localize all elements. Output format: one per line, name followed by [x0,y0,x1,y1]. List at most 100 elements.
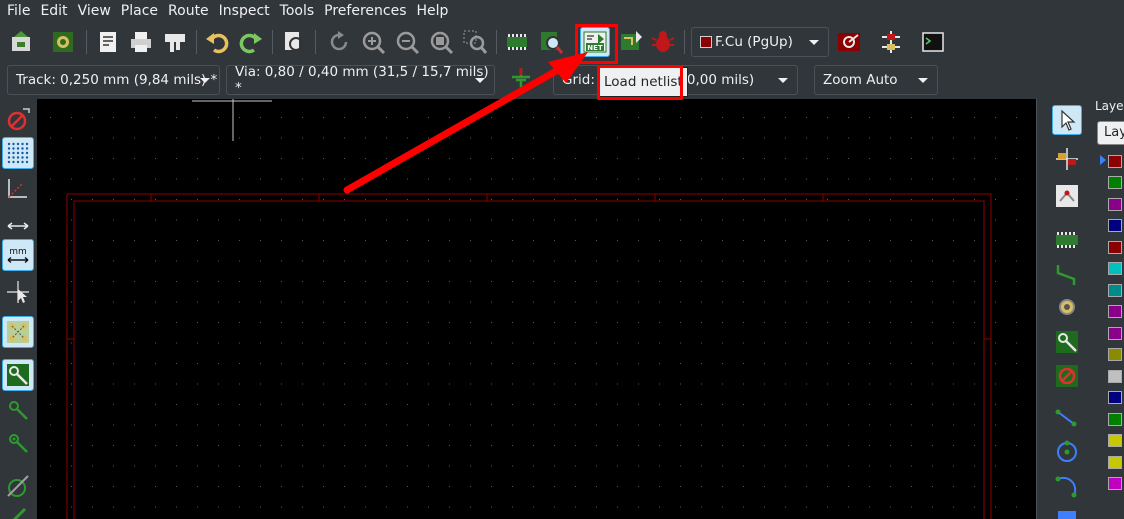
add-footprint-icon[interactable] [1052,181,1082,211]
print-icon[interactable] [126,27,156,57]
layer-color-swatch[interactable] [1108,219,1122,232]
board-setup-icon[interactable] [6,27,36,57]
layer-color-swatch[interactable] [1108,197,1122,211]
track-width-select[interactable]: Track: 0,250 mm (9,84 mils) * [7,65,220,95]
show-zones-outline-icon[interactable] [2,500,34,519]
layer-row[interactable] [1100,366,1124,386]
layer-row[interactable] [1100,302,1124,322]
update-from-schematic-icon[interactable] [616,27,646,57]
footprint-browser-icon[interactable] [536,27,566,57]
layer-row[interactable] [1100,345,1124,365]
local-ratsnest-icon[interactable] [1052,144,1082,174]
ratsnest-icon[interactable] [2,316,34,348]
footprint-editor-icon[interactable] [48,27,78,57]
microwave-icon[interactable] [876,27,906,57]
add-line-icon[interactable] [1052,404,1082,434]
menu-place[interactable]: Place [116,0,163,22]
layer-color-swatch[interactable] [1108,176,1122,189]
menu-view[interactable]: View [73,0,116,22]
layer-row[interactable] [1100,474,1124,494]
add-via-icon[interactable] [1052,292,1082,322]
layer-row[interactable] [1100,151,1124,171]
layer-color-swatch[interactable] [1108,391,1122,404]
layer-color-swatch[interactable] [1108,455,1122,469]
layer-color-swatch[interactable] [1108,154,1122,168]
plot-icon[interactable] [160,27,190,57]
route-track-icon[interactable] [1052,225,1082,255]
menu-file[interactable]: File [2,0,35,22]
refresh-icon[interactable] [324,27,354,57]
show-zones-icon[interactable] [2,470,34,502]
find-icon[interactable] [279,27,309,57]
layer-select[interactable]: F.Cu (PgUp) [691,27,829,57]
menu-edit[interactable]: Edit [35,0,72,22]
zoom-in-icon[interactable] [358,27,388,57]
drc-icon[interactable] [648,27,678,57]
layer-color-swatch[interactable] [1108,326,1122,340]
layer-pair-icon[interactable] [834,27,864,57]
zoom-fit-icon[interactable] [426,27,456,57]
show-pads-icon[interactable] [2,394,34,426]
layer-row[interactable] [1100,216,1124,236]
page-settings-icon[interactable] [93,27,123,57]
load-netlist-icon[interactable]: NET [580,27,610,57]
layer-row[interactable] [1100,323,1124,343]
inch-units-icon[interactable] [2,210,34,242]
menu-bar: File Edit View Place Route Inspect Tools… [0,0,1124,22]
track-via-auto-icon[interactable] [506,64,536,94]
layer-color-swatch[interactable] [1108,305,1122,318]
pcbnew-window: File Edit View Place Route Inspect Tools… [0,0,1124,519]
menu-tools[interactable]: Tools [275,0,320,22]
layer-color-swatch[interactable] [1108,348,1122,361]
drc-off-icon[interactable] [2,104,34,136]
layer-row[interactable] [1100,388,1124,408]
layer-color-swatch[interactable] [1108,262,1122,275]
cursor-shape-icon[interactable] [2,276,34,308]
layer-color-swatch[interactable] [1108,240,1122,254]
layer-color-swatch[interactable] [1108,283,1122,297]
zoom-out-icon[interactable] [392,27,422,57]
layer-row[interactable] [1100,194,1124,214]
undo-icon[interactable] [202,27,232,57]
layer-color-swatch[interactable] [1108,412,1122,426]
layer-row[interactable] [1100,237,1124,257]
layer-color-swatch[interactable] [1108,477,1122,490]
mm-units-icon[interactable]: mm [2,239,34,271]
route-diff-pair-icon[interactable] [1052,259,1082,289]
add-arc-icon[interactable] [1052,471,1082,501]
add-circle-icon[interactable] [1052,437,1082,467]
grid-select-prefix: Grid: [562,72,595,88]
zoom-select[interactable]: Zoom Auto [814,65,938,95]
menu-inspect[interactable]: Inspect [214,0,275,22]
menu-help[interactable]: Help [412,0,454,22]
menu-preferences[interactable]: Preferences [319,0,411,22]
layer-color-swatch[interactable] [1108,369,1122,383]
show-vias-icon[interactable] [2,427,34,459]
menu-route[interactable]: Route [163,0,214,22]
layer-row[interactable] [1100,409,1124,429]
redo-icon[interactable] [236,27,266,57]
layer-row[interactable] [1100,280,1124,300]
right-toolbar [1036,99,1092,519]
show-tracks-icon[interactable] [2,359,34,391]
via-size-select[interactable]: Via: 0,80 / 0,40 mm (31,5 / 15,7 mils) * [226,64,495,96]
zoom-selection-icon[interactable] [460,27,490,57]
add-polygon-icon[interactable] [1052,505,1082,519]
layer-color-swatch[interactable] [1108,434,1122,447]
polar-coords-icon[interactable] [2,172,34,204]
chevron-down-icon [200,78,210,83]
add-keepout-icon[interactable] [1052,361,1082,391]
layers-tab[interactable]: Layers [1097,121,1124,145]
pcb-canvas[interactable] [37,99,1036,519]
zoom-select-value: Zoom Auto [823,72,898,88]
select-tool-icon[interactable] [1052,105,1082,135]
layer-row[interactable] [1100,452,1124,472]
grid-icon[interactable] [2,137,34,169]
layer-row[interactable] [1100,259,1124,279]
layer-row[interactable] [1100,431,1124,451]
grid-select-value: 0,00 mils) [686,72,755,88]
scripting-console-icon[interactable] [918,27,948,57]
footprint-library-icon[interactable] [502,27,532,57]
add-zone-icon[interactable] [1052,327,1082,357]
layer-row[interactable] [1100,173,1124,193]
